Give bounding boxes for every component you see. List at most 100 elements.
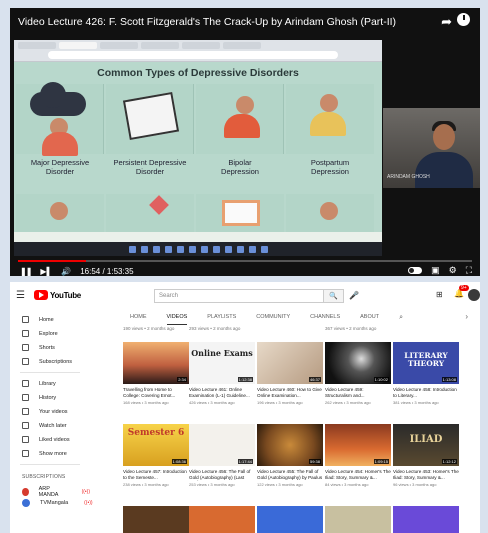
video-duration: 1:10:02 bbox=[373, 377, 389, 382]
channel-tabs: HOME VIDEOS PLAYLISTS COMMUNITY CHANNELS ABOU… bbox=[98, 310, 403, 325]
video-title[interactable]: Video Lecture 457: Introduction to the S… bbox=[123, 469, 189, 481]
autoplay-toggle[interactable] bbox=[408, 267, 423, 274]
video-title[interactable]: Video Lecture 460: How to Give Online Ex… bbox=[257, 387, 323, 399]
menu-icon[interactable]: ☰ bbox=[16, 290, 25, 301]
video-duration: 1:17:44 bbox=[237, 459, 253, 464]
chevron-right-icon[interactable]: › bbox=[465, 312, 468, 321]
search-input[interactable]: Search bbox=[154, 289, 324, 303]
sidebar-item-explore[interactable]: Explore bbox=[22, 330, 58, 337]
video-card[interactable]: ILIAD 1:12:12 Video Lecture 453: Homer's T… bbox=[393, 424, 459, 487]
share-icon[interactable]: ➦ bbox=[441, 14, 452, 30]
next-icon[interactable]: ▶▌ bbox=[40, 267, 52, 276]
time-display: 16:54 / 1:53:35 bbox=[80, 266, 134, 276]
fullscreen-icon[interactable]: ⛶ bbox=[466, 265, 472, 276]
youtube-logo[interactable]: YouTube bbox=[34, 290, 81, 300]
library-icon bbox=[22, 380, 29, 387]
video-title[interactable]: Video Lecture 453: Homer's The Iliad: St… bbox=[393, 469, 459, 481]
subscriptions-heading: SUBSCRIPTIONS bbox=[22, 474, 66, 480]
channel-search-icon[interactable]: ⌕ bbox=[399, 314, 403, 322]
sidebar-item-home[interactable]: Home bbox=[22, 316, 54, 323]
sidebar-item-shorts[interactable]: Shorts bbox=[22, 344, 55, 351]
video-thumbnail[interactable] bbox=[257, 506, 323, 533]
video-thumbnail[interactable]: 2:34 bbox=[123, 342, 189, 384]
video-title[interactable]: Travelling from Home to College: Coverin… bbox=[123, 387, 189, 399]
sidebar-item-watch-later[interactable]: Watch later bbox=[22, 422, 67, 429]
prev-row-meta-3: 367 views • 2 months ago bbox=[325, 326, 377, 331]
video-title[interactable]: Video Lecture 459: Structuralism and... bbox=[325, 387, 391, 399]
compass-icon bbox=[22, 330, 29, 337]
video-thumbnail[interactable] bbox=[325, 506, 391, 533]
video-thumbnail[interactable]: 1:10:02 bbox=[325, 342, 391, 384]
video-thumbnail[interactable]: 1:09:15 bbox=[325, 424, 391, 466]
video-meta: 196 views • 3 months ago bbox=[257, 400, 303, 405]
volume-icon[interactable]: 🔊 bbox=[61, 267, 71, 276]
youtube-channel-page: ☰ YouTube Search 🔍 🎤 ⊞ 🔔 9+ Home Explore Sh… bbox=[10, 282, 480, 533]
video-card[interactable]: 59:38 Video Lecture 455: The Fall of Gold… bbox=[257, 424, 323, 487]
video-thumbnail[interactable] bbox=[393, 506, 459, 533]
sidebar-item-your-videos[interactable]: Your videos bbox=[22, 408, 68, 415]
tab-about[interactable]: ABOUT bbox=[360, 310, 379, 325]
video-card[interactable]: 1:09:15 Video Lecture 454: Homer's The Il… bbox=[325, 424, 391, 487]
tab-home[interactable]: HOME bbox=[130, 310, 147, 325]
sidebar-item-label: Explore bbox=[39, 330, 58, 337]
sidebar-item-history[interactable]: History bbox=[22, 394, 56, 401]
video-thumbnail[interactable] bbox=[189, 506, 255, 533]
video-thumbnail[interactable]: Semester 6 1:08:36 bbox=[123, 424, 189, 466]
video-player[interactable]: Video Lecture 426: F. Scott Fitzgerald's… bbox=[10, 8, 480, 276]
bell-icon[interactable]: 🔔 9+ bbox=[454, 285, 469, 298]
video-thumbnail[interactable]: ILIAD 1:12:12 bbox=[393, 424, 459, 466]
tab-playlists[interactable]: PLAYLISTS bbox=[207, 310, 236, 325]
thumbnail-text: LITERARY THEORY bbox=[404, 351, 448, 369]
player-controls-left: ❚❚ ▶▌ 🔊 16:54 / 1:53:35 bbox=[20, 265, 134, 276]
sidebar-item-label: Your videos bbox=[39, 408, 68, 415]
video-duration: 1:09:15 bbox=[373, 459, 389, 464]
video-thumbnail[interactable]: 1:17:44 bbox=[189, 424, 255, 466]
video-title[interactable]: Video Lecture 458: Introduction to Liter… bbox=[393, 387, 459, 399]
sidebar: Home Explore Shorts Subscriptions Library His… bbox=[10, 310, 93, 533]
video-card[interactable]: 1:17:44 Video Lecture 456: The Fall of Go… bbox=[189, 424, 255, 487]
sidebar-divider bbox=[20, 372, 80, 373]
tab-community[interactable]: COMMUNITY bbox=[256, 310, 290, 325]
video-thumbnail[interactable]: LITERARY THEORY 1:13:08 bbox=[393, 342, 459, 384]
sidebar-item-liked-videos[interactable]: Liked videos bbox=[22, 436, 70, 443]
video-card[interactable]: 1:10:02 Video Lecture 459: Structuralism … bbox=[325, 342, 391, 405]
video-title[interactable]: Video Lecture 461: Online Examination (L… bbox=[189, 387, 255, 399]
sidebar-item-library[interactable]: Library bbox=[22, 380, 56, 387]
prev-row-meta-1: 190 views • 2 months ago bbox=[123, 326, 175, 331]
video-meta: 168 views • 3 months ago bbox=[123, 400, 169, 405]
upload-icon[interactable]: ⊞ bbox=[436, 290, 443, 299]
video-thumbnail[interactable]: 46:37 bbox=[257, 342, 323, 384]
video-card[interactable]: 46:37 Video Lecture 460: How to Give Onli… bbox=[257, 342, 323, 405]
subscriptions-icon bbox=[22, 358, 29, 365]
subscription-item[interactable]: TVMangala ((•)) bbox=[22, 499, 93, 507]
video-title: Video Lecture 426: F. Scott Fitzgerald's… bbox=[18, 16, 397, 28]
video-card[interactable]: LITERARY THEORY 1:13:08 Video Lecture 458:… bbox=[393, 342, 459, 405]
settings-icon[interactable]: ⚙ bbox=[449, 265, 457, 276]
video-title[interactable]: Video Lecture 454: Homer's The Iliad: St… bbox=[325, 469, 391, 481]
watch-later-icon[interactable] bbox=[457, 13, 470, 26]
captions-icon[interactable]: ▣ bbox=[431, 265, 440, 276]
search-icon[interactable]: 🔍 bbox=[324, 289, 344, 303]
subscription-item[interactable]: ARP MANDA ((•)) bbox=[22, 486, 90, 498]
tab-channels[interactable]: CHANNELS bbox=[310, 310, 340, 325]
tab-videos[interactable]: VIDEOS bbox=[166, 310, 187, 325]
sidebar-item-subscriptions[interactable]: Subscriptions bbox=[22, 358, 72, 365]
channel-avatar bbox=[22, 499, 30, 507]
pause-icon[interactable]: ❚❚ bbox=[20, 267, 32, 276]
progress-bar[interactable] bbox=[18, 260, 472, 262]
your-videos-icon bbox=[22, 408, 29, 415]
sidebar-item-show-more[interactable]: Show more bbox=[22, 450, 67, 457]
video-thumbnail[interactable]: Online Exams 1:12:38 bbox=[189, 342, 255, 384]
video-card[interactable]: 2:34 Travelling from Home to College: Cov… bbox=[123, 342, 189, 405]
video-duration: 59:38 bbox=[308, 459, 321, 464]
mic-icon[interactable]: 🎤 bbox=[349, 291, 359, 300]
youtube-logo-text: YouTube bbox=[50, 290, 81, 300]
panel-label-3: Bipolar Depression bbox=[221, 158, 259, 176]
video-card[interactable]: Semester 6 1:08:36 Video Lecture 457: Intr… bbox=[123, 424, 189, 487]
video-card[interactable]: Online Exams 1:12:38 Video Lecture 461: On… bbox=[189, 342, 255, 405]
avatar[interactable] bbox=[468, 289, 480, 301]
video-thumbnail[interactable] bbox=[123, 506, 189, 533]
video-title[interactable]: Video Lecture 456: The Fall of Gold (Aut… bbox=[189, 469, 255, 481]
video-title[interactable]: Video Lecture 455: The Fall of Gold (Aut… bbox=[257, 469, 323, 481]
video-thumbnail[interactable]: 59:38 bbox=[257, 424, 323, 466]
